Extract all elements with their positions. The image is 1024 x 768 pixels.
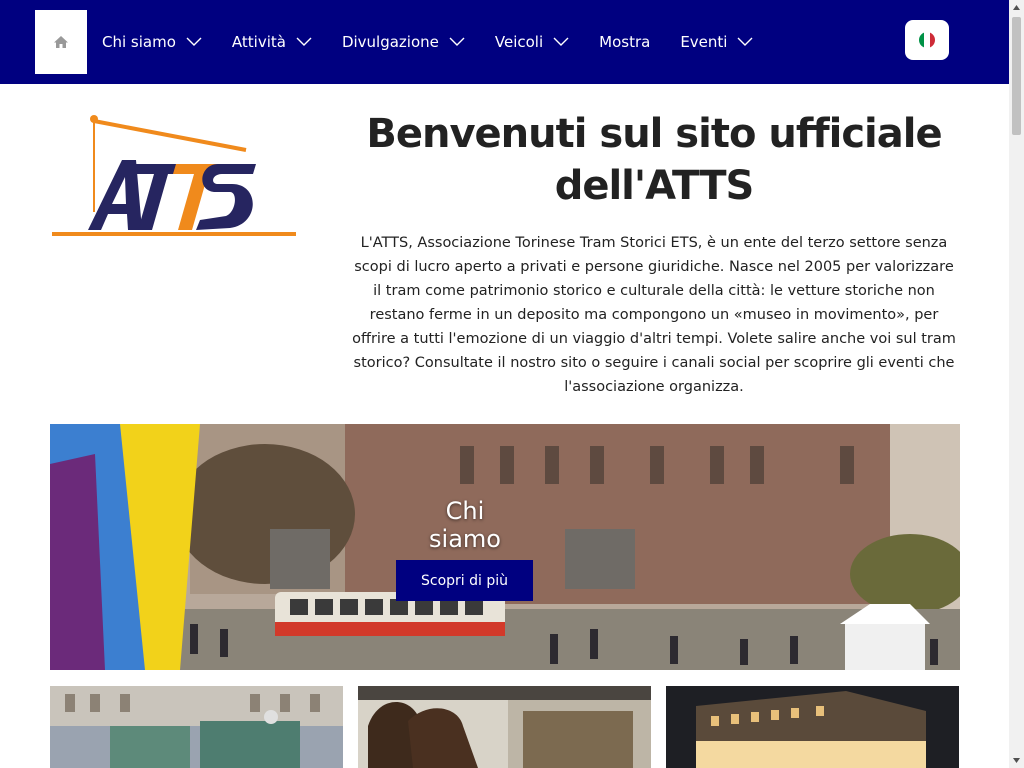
nav-item-label: Divulgazione <box>341 33 439 51</box>
home-button[interactable] <box>35 10 87 74</box>
card-trams-street[interactable] <box>50 686 343 768</box>
chevron-down-icon <box>186 37 202 47</box>
nav-item-eventi[interactable]: Eventi <box>680 33 753 51</box>
hero-banner: Chi siamo Scopri di più <box>50 424 960 670</box>
card-night-arcade[interactable] <box>666 686 959 768</box>
scroll-up-arrow-icon[interactable] <box>1009 0 1024 15</box>
chevron-down-icon <box>449 37 465 47</box>
chevron-down-icon <box>296 37 312 47</box>
nav-item-label: Veicoli <box>494 33 544 51</box>
nav-item-label: Mostra <box>599 33 651 51</box>
hero-title: Chi siamo <box>429 497 501 553</box>
nav-item-label: Eventi <box>680 33 728 51</box>
intro-paragraph: L'ATTS, Associazione Torinese Tram Stori… <box>352 235 956 395</box>
chevron-down-icon <box>553 37 569 47</box>
scrollbar-thumb[interactable] <box>1012 17 1021 135</box>
nav-item-divulgazione[interactable]: Divulgazione <box>342 33 465 51</box>
page-scrollbar[interactable] <box>1009 0 1024 768</box>
chevron-down-icon <box>737 37 753 47</box>
nav-item-mostra[interactable]: Mostra <box>599 33 650 51</box>
page-title: Benvenuti sul sito ufficiale dell'ATTS <box>366 111 942 209</box>
italian-flag-icon <box>919 32 935 48</box>
discover-more-button[interactable]: Scopri di più <box>396 560 533 601</box>
language-selector-button[interactable] <box>905 20 949 60</box>
nav-item-chi-siamo[interactable]: Chi siamo <box>102 33 202 51</box>
nav-item-attivita[interactable]: Attività <box>232 33 312 51</box>
nav-item-label: Attività <box>231 33 286 51</box>
card-horse-tram-exhibit[interactable] <box>358 686 651 768</box>
scroll-down-arrow-icon[interactable] <box>1009 753 1024 768</box>
main-menu: Chi siamo Attività Divulgazione Veicoli … <box>102 0 783 84</box>
atts-logo[interactable] <box>50 112 298 262</box>
home-icon <box>54 36 68 48</box>
nav-item-label: Chi siamo <box>102 33 176 51</box>
nav-item-veicoli[interactable]: Veicoli <box>495 33 569 51</box>
top-navbar: Chi siamo Attività Divulgazione Veicoli … <box>0 0 1009 84</box>
